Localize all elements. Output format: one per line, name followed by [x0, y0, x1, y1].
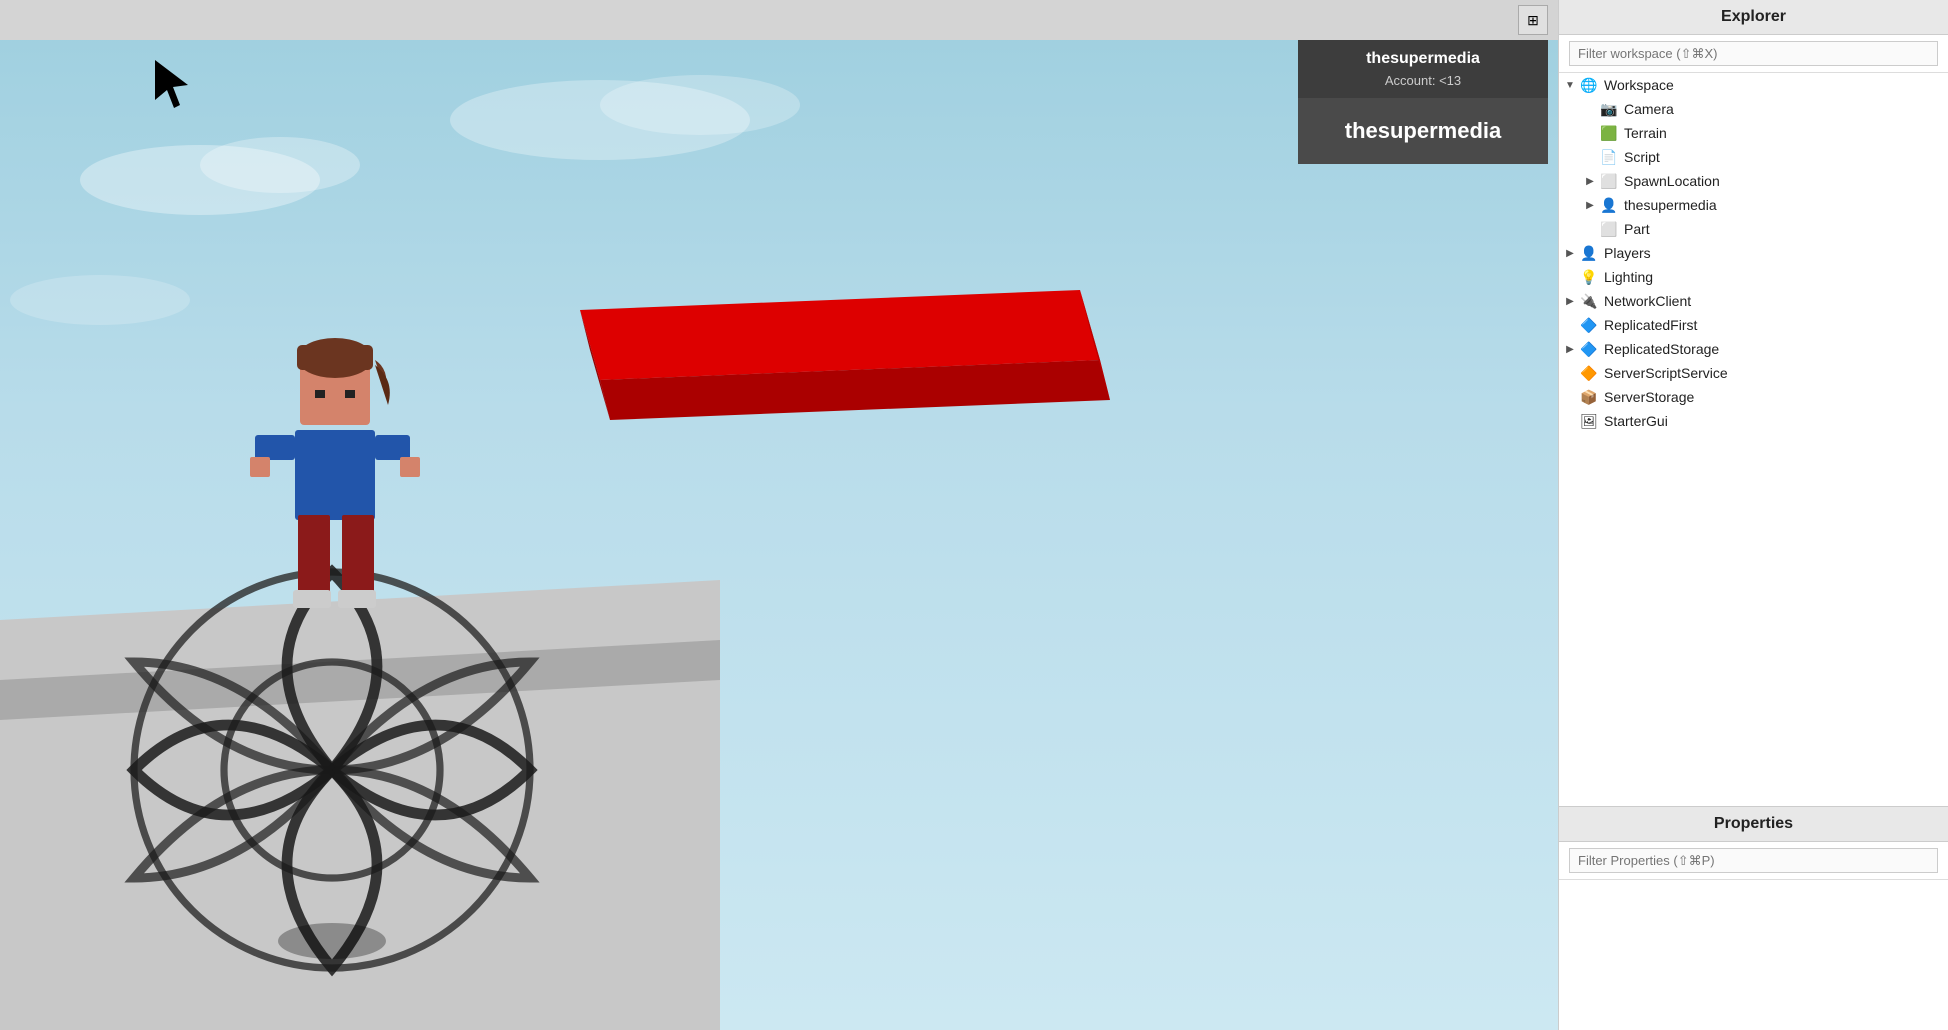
top-bar: ⊞ [0, 0, 1558, 40]
tree-label-part: Part [1624, 221, 1650, 237]
user-popup-account: Account: <13 [1298, 73, 1548, 93]
user-popup: thesupermedia Account: <13 thesupermedia [1298, 40, 1548, 164]
tree-label-terrain: Terrain [1624, 125, 1667, 141]
tree-item-startergui[interactable]: 🖼 StarterGui [1559, 409, 1948, 433]
tree-arrow-players[interactable] [1563, 246, 1577, 260]
tree-arrow-spawnlocation[interactable] [1583, 174, 1597, 188]
part-icon: ⬜ [1599, 219, 1619, 239]
storage-icon: 📦 [1579, 387, 1599, 407]
tree-label-script: Script [1624, 149, 1660, 165]
tree-arrow-networkclient[interactable] [1563, 294, 1577, 308]
tree-item-replicatedfirst[interactable]: 🔷 ReplicatedFirst [1559, 313, 1948, 337]
tree-label-players: Players [1604, 245, 1651, 261]
tree-label-camera: Camera [1624, 101, 1674, 117]
tree-label-serverstorage: ServerStorage [1604, 389, 1694, 405]
tree-label-replicatedfirst: ReplicatedFirst [1604, 317, 1697, 333]
terrain-icon: 🟩 [1599, 123, 1619, 143]
tree-item-camera[interactable]: 📷 Camera [1559, 97, 1948, 121]
script-icon: 📄 [1599, 147, 1619, 167]
tree-item-serverscriptservice[interactable]: 🔶 ServerScriptService [1559, 361, 1948, 385]
tree-item-spawnlocation[interactable]: ⬜ SpawnLocation [1559, 169, 1948, 193]
filter-workspace-input[interactable] [1569, 41, 1938, 66]
right-panel: Explorer 🌐 Workspace 📷 Camera 🟩 Terrain 📄 Scrip… [1558, 0, 1948, 1030]
tree-arrow-thesupermedia[interactable] [1583, 198, 1597, 212]
replicated-icon: 🔷 [1579, 339, 1599, 359]
tree-label-thesupermedia: thesupermedia [1624, 197, 1717, 213]
tree-label-serverscriptservice: ServerScriptService [1604, 365, 1728, 381]
properties-content [1559, 880, 1948, 1030]
tree-item-workspace[interactable]: 🌐 Workspace [1559, 73, 1948, 97]
replicated-icon: 🔷 [1579, 315, 1599, 335]
filter-workspace-container [1559, 35, 1948, 73]
filter-properties-input[interactable] [1569, 848, 1938, 873]
camera-icon: 📷 [1599, 99, 1619, 119]
grid-icon: ⊞ [1527, 12, 1539, 29]
server-icon: 🔶 [1579, 363, 1599, 383]
spawn-icon: ⬜ [1599, 171, 1619, 191]
player-icon: 👤 [1579, 243, 1599, 263]
tree-item-thesupermedia[interactable]: 👤 thesupermedia [1559, 193, 1948, 217]
network-icon: 🔌 [1579, 291, 1599, 311]
player-icon: 👤 [1599, 195, 1619, 215]
filter-properties-container [1559, 842, 1948, 880]
tree-item-terrain[interactable]: 🟩 Terrain [1559, 121, 1948, 145]
tree-item-players[interactable]: 👤 Players [1559, 241, 1948, 265]
globe-icon: 🌐 [1579, 75, 1599, 95]
tree-label-lighting: Lighting [1604, 269, 1653, 285]
tree-arrow-workspace[interactable] [1563, 78, 1577, 92]
tree-item-replicatedstorage[interactable]: 🔷 ReplicatedStorage [1559, 337, 1948, 361]
tree-label-workspace: Workspace [1604, 77, 1674, 93]
explorer-title: Explorer [1559, 0, 1948, 35]
gui-icon: 🖼 [1579, 411, 1599, 431]
user-popup-username: thesupermedia [1298, 40, 1548, 73]
tree-label-replicatedstorage: ReplicatedStorage [1604, 341, 1719, 357]
tree-item-lighting[interactable]: 💡 Lighting [1559, 265, 1948, 289]
explorer-tree[interactable]: 🌐 Workspace 📷 Camera 🟩 Terrain 📄 Script ⬜ SpawnLo… [1559, 73, 1948, 806]
properties-title: Properties [1559, 806, 1948, 842]
tree-arrow-replicatedstorage[interactable] [1563, 342, 1577, 356]
tree-label-startergui: StarterGui [1604, 413, 1668, 429]
user-popup-display-name: thesupermedia [1298, 98, 1548, 164]
tree-item-part[interactable]: ⬜ Part [1559, 217, 1948, 241]
tree-item-serverstorage[interactable]: 📦 ServerStorage [1559, 385, 1948, 409]
viewport[interactable]: ⊞ thesupermedia Account: <13 thesupermed… [0, 0, 1558, 1030]
tree-label-networkclient: NetworkClient [1604, 293, 1691, 309]
tree-label-spawnlocation: SpawnLocation [1624, 173, 1720, 189]
tree-item-script[interactable]: 📄 Script [1559, 145, 1948, 169]
lighting-icon: 💡 [1579, 267, 1599, 287]
tree-item-networkclient[interactable]: 🔌 NetworkClient [1559, 289, 1948, 313]
top-bar-icon[interactable]: ⊞ [1518, 5, 1548, 35]
